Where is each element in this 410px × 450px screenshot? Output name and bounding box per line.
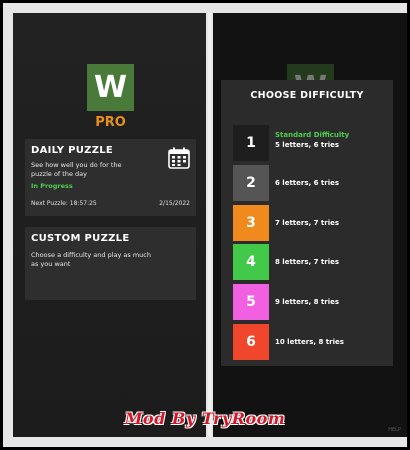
screenshot-frame: W PRO DAILY PUZZLE See how well you do f… bbox=[3, 3, 407, 447]
daily-puzzle-title: DAILY PUZZLE bbox=[31, 145, 114, 156]
difficulty-number: 6 bbox=[233, 324, 269, 360]
custom-puzzle-description: Choose a difficulty and play as much as … bbox=[31, 251, 151, 268]
next-puzzle-timer: Next Puzzle: 18:57:25 bbox=[31, 200, 97, 207]
difficulty-label: 9 letters, 8 tries bbox=[275, 298, 340, 306]
difficulty-label: 5 letters, 6 tries bbox=[275, 141, 340, 149]
difficulty-option-4[interactable]: 4 8 letters, 7 tries bbox=[233, 244, 383, 280]
difficulty-number: 4 bbox=[233, 244, 269, 280]
difficulty-dialog: CHOOSE DIFFICULTY 1 Standard Difficulty … bbox=[221, 80, 393, 366]
daily-date: 2/15/2022 bbox=[159, 200, 190, 207]
difficulty-label: 7 letters, 7 tries bbox=[275, 219, 340, 227]
custom-puzzle-card[interactable]: CUSTOM PUZZLE Choose a difficulty and pl… bbox=[25, 227, 196, 300]
difficulty-number: 5 bbox=[233, 284, 269, 320]
difficulty-screen: W CHOOSE DIFFICULTY 1 Standard Difficult… bbox=[213, 13, 407, 437]
home-screen: W PRO DAILY PUZZLE See how well you do f… bbox=[13, 13, 206, 437]
difficulty-number: 2 bbox=[233, 165, 269, 201]
pro-label: PRO bbox=[95, 115, 126, 130]
dialog-title: CHOOSE DIFFICULTY bbox=[250, 90, 364, 101]
daily-puzzle-card[interactable]: DAILY PUZZLE See how well you do for the… bbox=[25, 139, 196, 216]
difficulty-option-5[interactable]: 5 9 letters, 8 tries bbox=[233, 284, 383, 320]
daily-puzzle-description: See how well you do for the puzzle of th… bbox=[31, 161, 122, 178]
mod-watermark: Mod By TryRoom bbox=[124, 409, 286, 428]
difficulty-option-1[interactable]: 1 Standard Difficulty 5 letters, 6 tries bbox=[233, 125, 383, 161]
difficulty-label: 8 letters, 7 tries bbox=[275, 258, 340, 266]
calendar-icon bbox=[168, 147, 190, 169]
difficulty-option-6[interactable]: 6 10 letters, 8 tries bbox=[233, 324, 383, 360]
custom-puzzle-title: CUSTOM PUZZLE bbox=[31, 233, 130, 244]
daily-status: In Progress bbox=[31, 182, 73, 190]
divider bbox=[208, 13, 211, 437]
difficulty-label: 6 letters, 6 tries bbox=[275, 179, 340, 187]
standard-difficulty-tag: Standard Difficulty bbox=[275, 131, 350, 139]
difficulty-label: 10 letters, 8 tries bbox=[275, 338, 344, 346]
difficulty-option-3[interactable]: 3 7 letters, 7 tries bbox=[233, 205, 383, 241]
app-logo: W bbox=[87, 64, 134, 111]
difficulty-option-2[interactable]: 2 6 letters, 6 tries bbox=[233, 165, 383, 201]
difficulty-number: 1 bbox=[233, 125, 269, 161]
difficulty-number: 3 bbox=[233, 205, 269, 241]
